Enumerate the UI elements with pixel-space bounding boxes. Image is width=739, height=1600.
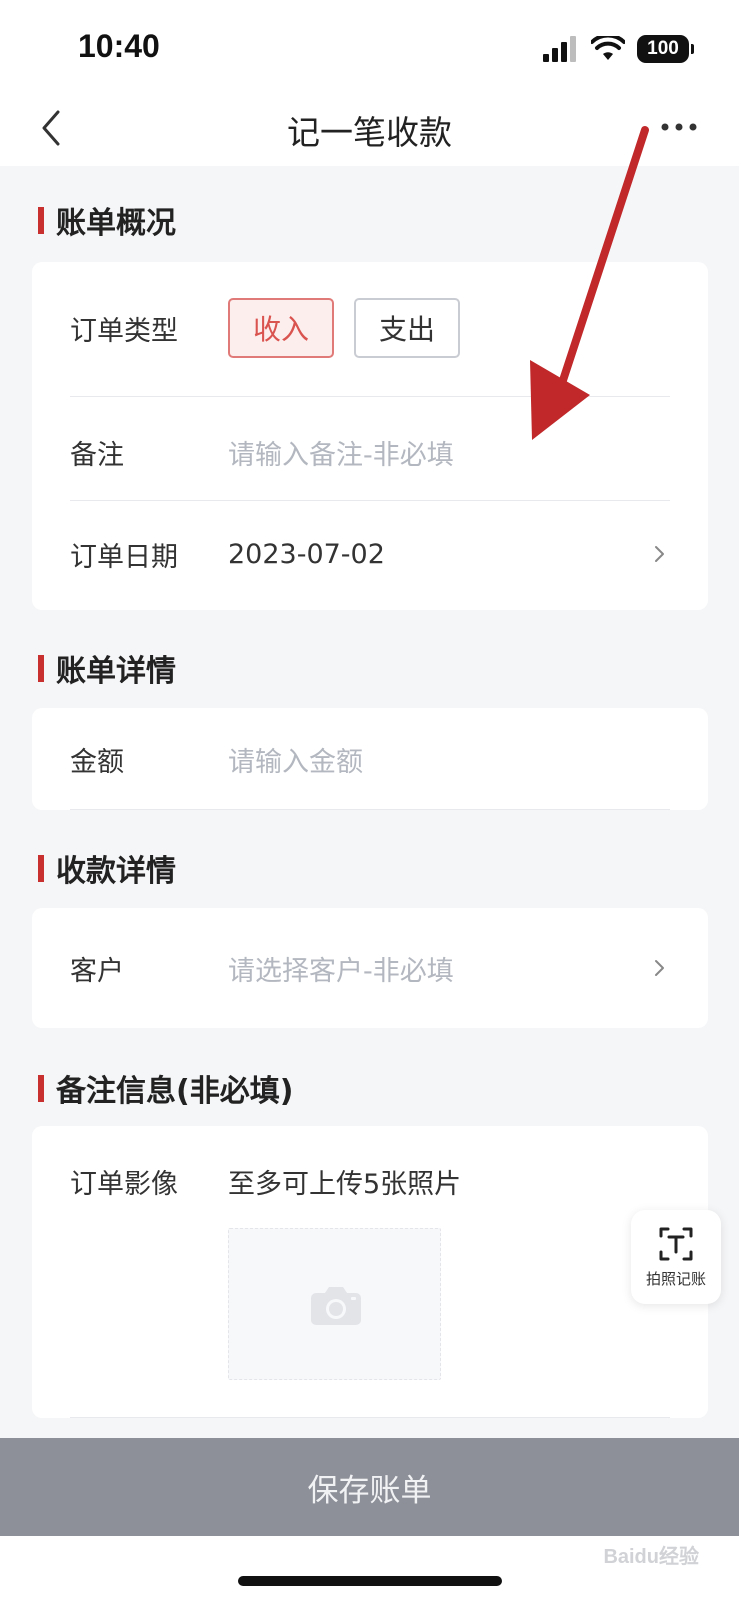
section-title-payment: 收款详情 xyxy=(38,846,176,890)
home-indicator xyxy=(238,1576,502,1586)
remark-label: 备注 xyxy=(70,439,124,471)
divider xyxy=(70,1417,670,1418)
status-bar: 10:40 100 xyxy=(0,0,739,92)
section-accent-bar xyxy=(38,1074,44,1102)
photo-bookkeeping-button[interactable]: 拍照记账 xyxy=(631,1210,721,1304)
divider xyxy=(70,809,670,810)
order-image-label: 订单影像 xyxy=(70,1168,178,1200)
signal-icon xyxy=(543,36,576,62)
scan-text-icon xyxy=(659,1227,693,1260)
order-image-hint: 至多可上传5张照片 xyxy=(228,1168,462,1200)
expense-button[interactable]: 支出 xyxy=(354,298,460,358)
section-title-text: 备注信息(非必填) xyxy=(56,1074,294,1109)
chevron-right-icon xyxy=(655,546,664,562)
section-title-text: 账单概况 xyxy=(56,206,176,241)
section-title-notes: 备注信息(非必填) xyxy=(38,1066,293,1110)
order-date-label: 订单日期 xyxy=(70,541,178,573)
overview-card: 订单类型 收入 支出 备注 请输入备注-非必填 订单日期 2023-07-02 xyxy=(32,262,708,610)
photo-bookkeeping-label: 拍照记账 xyxy=(645,1269,706,1288)
order-date-row[interactable]: 订单日期 2023-07-02 xyxy=(70,514,670,594)
watermark: Baidu经验 xyxy=(603,1546,699,1568)
order-type-row: 订单类型 收入 支出 xyxy=(70,298,670,358)
remark-row[interactable]: 备注 请输入备注-非必填 xyxy=(70,412,670,492)
section-title-overview: 账单概况 xyxy=(38,198,176,242)
status-icons: 100 xyxy=(543,34,694,64)
wifi-icon xyxy=(591,36,625,60)
section-accent-bar xyxy=(38,854,44,882)
amount-label: 金额 xyxy=(70,746,124,778)
payment-card: 客户 请选择客户-非必填 xyxy=(32,908,708,1028)
section-accent-bar xyxy=(38,654,44,682)
section-title-details: 账单详情 xyxy=(38,646,176,690)
camera-icon xyxy=(311,1287,361,1325)
status-time: 10:40 xyxy=(78,28,160,64)
nav-bar: 记一笔收款 xyxy=(0,92,739,166)
divider xyxy=(70,396,670,397)
order-image-row: 订单影像 至多可上传5张照片 xyxy=(70,1156,670,1206)
customer-label: 客户 xyxy=(70,955,124,987)
details-card: 金额 请输入金额 xyxy=(32,708,708,810)
order-type-label: 订单类型 xyxy=(70,315,178,347)
section-title-text: 账单详情 xyxy=(56,654,176,689)
income-button[interactable]: 收入 xyxy=(228,298,334,358)
page-title: 记一笔收款 xyxy=(287,113,452,152)
order-date-value[interactable]: 2023-07-02 xyxy=(228,539,650,570)
photo-upload-box[interactable] xyxy=(228,1228,441,1380)
battery-indicator: 100 xyxy=(637,35,694,63)
more-icon[interactable] xyxy=(657,112,701,142)
remark-input[interactable]: 请输入备注-非必填 xyxy=(228,433,670,472)
section-accent-bar xyxy=(38,206,44,234)
chevron-right-icon xyxy=(655,960,664,976)
customer-row[interactable]: 客户 请选择客户-非必填 xyxy=(70,928,670,1008)
divider xyxy=(70,500,670,501)
amount-row[interactable]: 金额 请输入金额 xyxy=(70,720,670,798)
amount-input[interactable]: 请输入金额 xyxy=(228,740,670,779)
customer-select[interactable]: 请选择客户-非必填 xyxy=(228,949,650,988)
save-bill-button[interactable]: 保存账单 xyxy=(0,1438,739,1536)
section-title-text: 收款详情 xyxy=(56,854,176,889)
